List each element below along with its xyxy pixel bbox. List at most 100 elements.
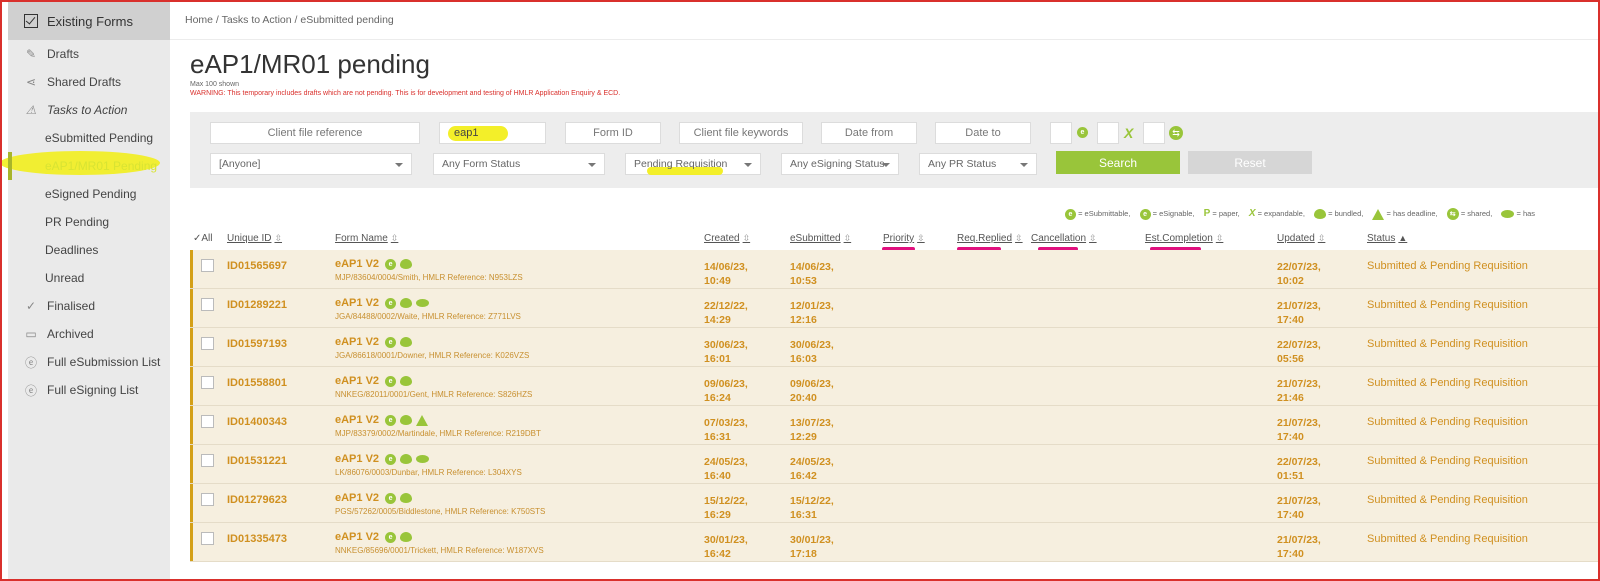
row-unique-id[interactable]: ID01289221 [227,299,287,311]
search-keyword-input[interactable]: eap1 [439,122,546,144]
row-form-name[interactable]: eAP1 V2 e [335,297,433,309]
reset-button[interactable]: Reset [1188,151,1312,174]
header-cancellation[interactable]: Cancellation ⇳ [1031,233,1097,244]
row-reference: LK/86076/0003/Dunbar, HMLR Reference: L3… [335,468,522,477]
sort-icon: ⇳ [1317,233,1326,243]
date: 09/06/23, [790,378,834,390]
time: 12:29 [790,431,817,443]
table-row[interactable]: ID01565697 eAP1 V2 e MJP/83604/0004/Smith… [190,250,1598,289]
row-form-name[interactable]: eAP1 V2 e [335,531,416,543]
header-created[interactable]: Created ⇳ [704,233,750,244]
e-circle-icon: e [385,492,397,504]
sidebar-item-label: Tasks to Action [47,103,128,117]
sidebar-item-full-esigning-list[interactable]: ⓔ Full eSigning List [8,376,170,404]
row-checkbox[interactable] [201,532,214,545]
table-row[interactable]: ID01531221 eAP1 V2 e LK/86076/0003/Dunbar… [190,445,1598,484]
table-row[interactable]: ID01279623 eAP1 V2 e PGS/57262/0005/Biddl… [190,484,1598,523]
time: 16:29 [704,509,731,521]
header-esubmitted[interactable]: eSubmitted ⇳ [790,233,851,244]
row-checkbox[interactable] [201,454,214,467]
sidebar-item-eap1-pending[interactable]: eAP1/MR01 Pending [8,152,170,180]
row-form-name[interactable]: eAP1 V2 e [335,258,416,270]
breadcrumb[interactable]: Home / Tasks to Action / eSubmitted pend… [185,14,394,26]
expandable-toggle[interactable] [1097,122,1119,144]
row-unique-id[interactable]: ID01597193 [227,338,287,350]
e-circle-icon: e [385,531,397,543]
esubmittable-toggle[interactable] [1050,122,1072,144]
warning-icon: ⚠ [25,103,37,117]
requisition-select[interactable]: Pending Requisition [625,153,761,175]
row-checkbox[interactable] [201,298,214,311]
table-row[interactable]: ID01558801 eAP1 V2 e NNKEG/82011/0001/Gen… [190,367,1598,406]
row-unique-id[interactable]: ID01335473 [227,533,287,545]
header-req-replied[interactable]: Req.Replied ⇳ [957,233,1023,244]
row-unique-id[interactable]: ID01400343 [227,416,287,428]
row-unique-id[interactable]: ID01565697 [227,260,287,272]
client-keywords-input[interactable]: Client file keywords [679,122,803,144]
sidebar-item-finalised[interactable]: ✓ Finalised [8,292,170,320]
sidebar-item-archived[interactable]: ▭ Archived [8,320,170,348]
header-unique-id[interactable]: Unique ID ⇳ [227,233,282,244]
row-checkbox[interactable] [201,337,214,350]
table-row[interactable]: ID01335473 eAP1 V2 e NNKEG/85696/0001/Tri… [190,523,1598,562]
sidebar-header[interactable]: Existing Forms [8,2,170,40]
client-ref-input[interactable]: Client file reference [210,122,420,144]
sidebar-item-label: Full eSubmission List [47,355,161,369]
header-form-name[interactable]: Form Name ⇳ [335,233,398,244]
header-label: Updated [1277,233,1315,244]
sidebar-item-drafts[interactable]: ✎ Drafts [8,40,170,68]
date: 22/07/23, [1277,456,1321,468]
legend-text: = eSubmittable, [1078,209,1131,218]
row-form-name[interactable]: eAP1 V2 e [335,375,416,387]
row-form-name[interactable]: eAP1 V2 e [335,453,433,465]
sidebar-item-shared-drafts[interactable]: ⋖ Shared Drafts [8,68,170,96]
row-unique-id[interactable]: ID01531221 [227,455,287,467]
table-row[interactable]: ID01400343 eAP1 V2 e MJP/83379/0002/Marti… [190,406,1598,445]
sidebar-item-pr-pending[interactable]: PR Pending [8,208,170,236]
row-checkbox[interactable] [201,415,214,428]
esigning-status-select[interactable]: Any eSigning Status [781,153,899,175]
row-created: 24/05/23, 16:40 [704,455,748,483]
date-to-input[interactable]: Date to [935,122,1031,144]
table-row[interactable]: ID01289221 eAP1 V2 e JGA/84488/0002/Waite… [190,289,1598,328]
header-est-completion[interactable]: Est.Completion ⇳ [1145,233,1223,244]
date: 21/07/23, [1277,417,1321,429]
row-checkbox[interactable] [201,493,214,506]
row-reference: JGA/84488/0002/Waite, HMLR Reference: Z7… [335,312,521,321]
user-select[interactable]: [Anyone] [210,153,412,175]
row-created: 22/12/22, 14:29 [704,299,748,327]
form-status-select[interactable]: Any Form Status [433,153,605,175]
pr-status-select[interactable]: Any PR Status [919,153,1037,175]
row-form-name[interactable]: eAP1 V2 e [335,414,432,426]
row-created: 30/01/23, 16:42 [704,533,748,561]
header-status[interactable]: Status ▲ [1367,233,1407,244]
table-row[interactable]: ID01597193 eAP1 V2 e JGA/86618/0001/Downe… [190,328,1598,367]
row-unique-id[interactable]: ID01279623 [227,494,287,506]
row-form-name[interactable]: eAP1 V2 e [335,492,416,504]
form-id-input[interactable]: Form ID [565,122,661,144]
sidebar-item-full-esubmission-list[interactable]: ⓔ Full eSubmission List [8,348,170,376]
row-checkbox[interactable] [201,259,214,272]
sidebar-item-esigned-pending[interactable]: eSigned Pending [8,180,170,208]
date: 13/07/23, [790,417,834,429]
shared-toggle[interactable] [1143,122,1165,144]
row-unique-id[interactable]: ID01558801 [227,377,287,389]
paper-icon: P [1203,208,1211,219]
sidebar-item-esubmitted-pending[interactable]: eSubmitted Pending [8,124,170,152]
header-priority[interactable]: Priority ⇳ [883,233,925,244]
search-button[interactable]: Search [1056,151,1180,174]
bundled-icon [400,493,413,504]
form-name-text: eAP1 V2 [335,258,380,270]
sidebar-item-unread[interactable]: Unread [8,264,170,292]
sidebar-item-tasks-to-action[interactable]: ⚠ Tasks to Action [8,96,170,124]
row-reference: PGS/57262/0005/Biddlestone, HMLR Referen… [335,507,546,516]
user-select-value: [Anyone] [219,158,261,170]
row-form-name[interactable]: eAP1 V2 e [335,336,416,348]
row-esubmitted: 30/01/23, 17:18 [790,533,834,561]
header-updated[interactable]: Updated ⇳ [1277,233,1325,244]
chevron-down-icon [744,163,752,167]
date-from-input[interactable]: Date from [821,122,917,144]
row-checkbox[interactable] [201,376,214,389]
select-all[interactable]: ✓All [193,233,213,244]
sidebar-item-deadlines[interactable]: Deadlines [8,236,170,264]
